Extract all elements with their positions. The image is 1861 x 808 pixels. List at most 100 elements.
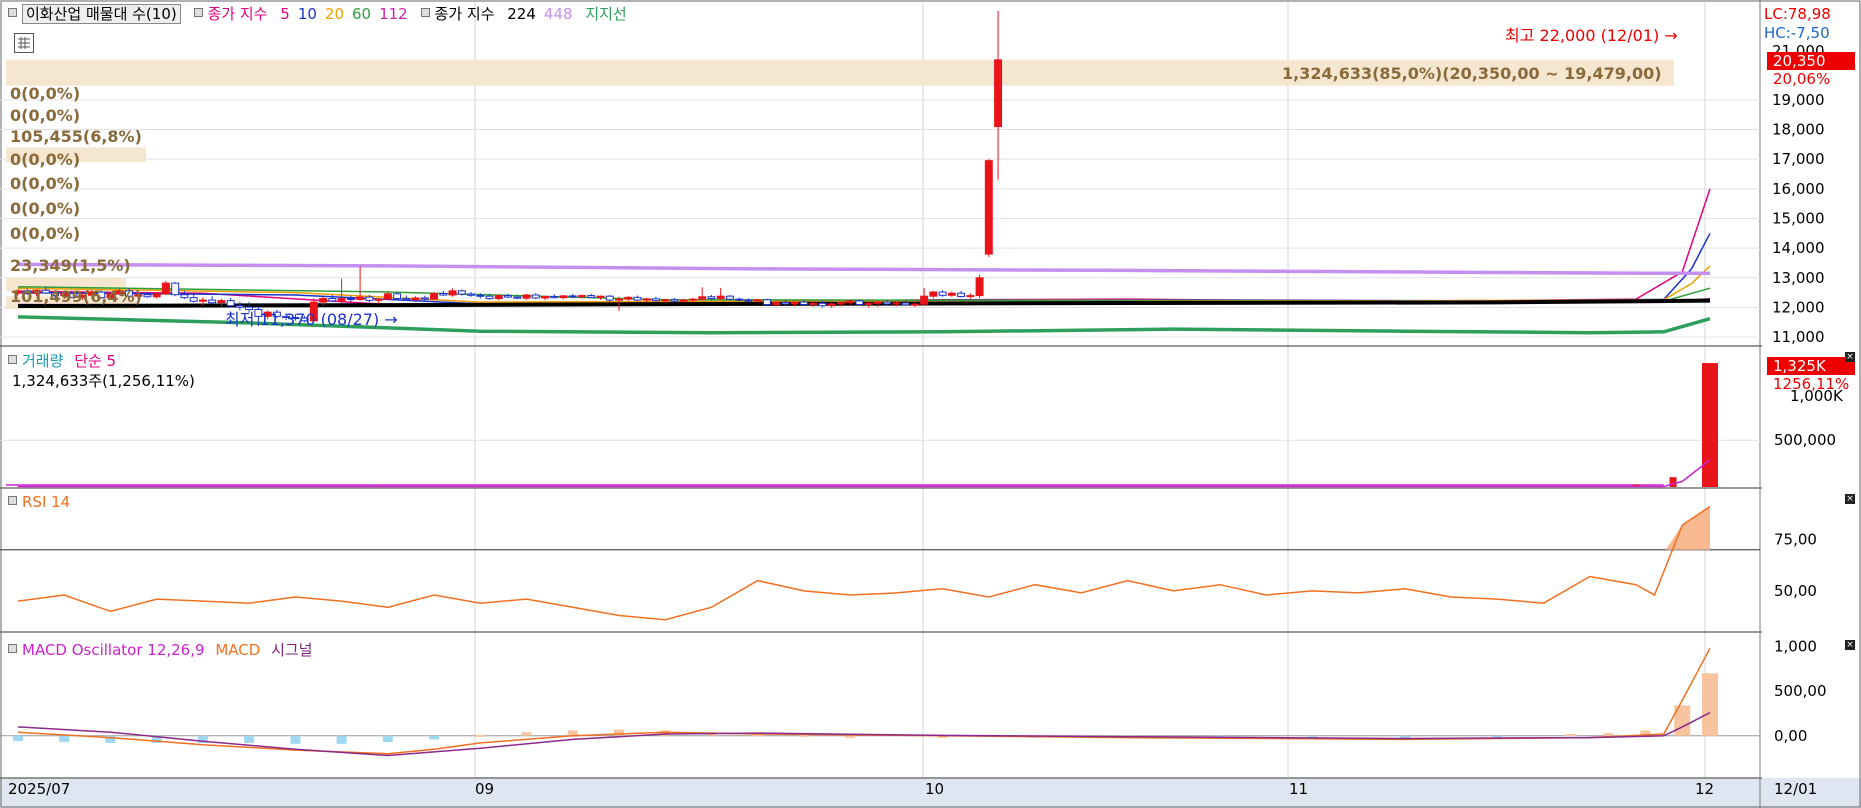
volume-title[interactable]: 거래량 xyxy=(22,352,63,370)
candle-body xyxy=(328,298,337,302)
candle-body xyxy=(938,291,947,296)
candle-body xyxy=(855,300,864,305)
candle-body xyxy=(984,160,993,255)
macd-oscillator-bar xyxy=(1603,733,1614,736)
candle-body xyxy=(402,298,411,301)
volume-profile-label: 23,349(1,5%) xyxy=(10,256,131,275)
ma2-title[interactable]: 종가 지수 xyxy=(435,5,495,23)
candle-body xyxy=(716,295,725,300)
legend-toggle-icon[interactable] xyxy=(8,8,17,17)
volume-legend: 거래량 단순 5 xyxy=(8,350,116,371)
y-axis-tick-label: 0,00 xyxy=(1774,727,1807,745)
candle-body xyxy=(485,295,494,300)
candle-body xyxy=(383,293,392,300)
support-line-label[interactable]: 지지선 xyxy=(585,5,626,23)
candle-body xyxy=(753,299,762,302)
candle-body xyxy=(494,295,503,300)
candle-body xyxy=(790,301,799,305)
x-axis-label: 11 xyxy=(1289,780,1309,798)
candle-body xyxy=(365,296,374,301)
candle-body xyxy=(161,282,170,295)
signal-label[interactable]: 시그널 xyxy=(271,641,312,659)
ma-period-20[interactable]: 20 xyxy=(325,5,344,23)
candle-body xyxy=(180,294,189,299)
stock-chart-canvas[interactable]: 11,000 12,000 13,000 14,000 15,000 16,000 17,0… xyxy=(0,0,1861,808)
volume-profile-label: 0(0,0%) xyxy=(10,150,81,169)
x-axis-label: 2025/07 xyxy=(8,780,71,798)
ma-period-60[interactable]: 60 xyxy=(352,5,371,23)
y-axis-tick-label: 14,000 xyxy=(1772,239,1825,257)
ma-period-list: 5 10 20 60 112 xyxy=(272,5,415,23)
y-axis-tick-label: 11,000 xyxy=(1772,328,1825,346)
candle-body xyxy=(476,294,485,297)
macd-oscillator-bar xyxy=(1566,734,1577,737)
rsi-title[interactable]: RSI 14 xyxy=(22,493,70,511)
candle-body xyxy=(513,296,522,299)
y-axis-tick-label: 15,000 xyxy=(1772,209,1825,227)
candle-body xyxy=(226,300,235,307)
candle-body xyxy=(642,298,651,301)
candle-body xyxy=(827,303,836,307)
main-chart-label[interactable]: 이화산업 매물대 수(10) xyxy=(22,4,181,24)
legend-toggle-icon[interactable] xyxy=(8,644,17,653)
candle-body xyxy=(531,294,540,299)
volume-ma-label[interactable]: 단순 5 xyxy=(74,352,116,370)
macd-label[interactable]: MACD xyxy=(215,641,260,659)
y-axis-tick-label: 500,000 xyxy=(1774,431,1836,449)
candle-body xyxy=(504,295,513,298)
low-annotation-text: 최저 11,370 (08/27) xyxy=(225,310,380,329)
candle-body xyxy=(411,297,420,301)
volume-profile-label: 0(0,0%) xyxy=(10,84,81,103)
legend-toggle-icon[interactable] xyxy=(420,8,430,17)
candle-body xyxy=(624,296,633,300)
lc-readout: LC:78,98 xyxy=(1764,5,1831,23)
arrow-right-icon: → xyxy=(384,310,398,329)
candle-body xyxy=(707,296,716,300)
volume-profile-label: 0(0,0%) xyxy=(10,106,81,125)
candle-body xyxy=(171,282,180,296)
ma-period-10[interactable]: 10 xyxy=(298,5,317,23)
volume-profile-label: 101,499(6,4%) xyxy=(10,287,142,306)
volume-bar xyxy=(1702,363,1718,487)
grid-icon[interactable] xyxy=(14,33,34,53)
macd-title[interactable]: MACD Oscillator 12,26,9 xyxy=(22,641,205,659)
candle-body xyxy=(559,295,568,299)
ma-period-224[interactable]: 224 xyxy=(507,5,536,23)
macd-oscillator-bar xyxy=(660,730,671,736)
candle-body xyxy=(651,298,660,302)
macd-legend: MACD Oscillator 12,26,9 MACD 시그널 xyxy=(8,639,312,660)
candle-body xyxy=(633,296,642,301)
candle-body xyxy=(439,293,448,296)
volume-profile-top-label: 1,324,633(85,0%)(20,350,00 ~ 19,479,00) xyxy=(1282,64,1662,83)
candle-body xyxy=(587,295,596,298)
candle-body xyxy=(929,291,938,297)
candle-body xyxy=(578,295,586,298)
candle-body xyxy=(420,297,429,300)
x-axis-current-date: 12/01 xyxy=(1774,780,1818,798)
candle-body xyxy=(448,290,457,296)
ma-title[interactable]: 종가 지수 xyxy=(208,5,268,23)
high-annotation: 최고 22,000 (12/01) → xyxy=(1505,22,1678,46)
rsi-legend: RSI 14 xyxy=(8,493,70,511)
candle-body xyxy=(393,293,402,300)
close-macd-pane-icon[interactable]: × xyxy=(1845,640,1855,650)
y-axis-tick-label: 18,000 xyxy=(1772,121,1825,139)
price-legend: 이화산업 매물대 수(10) 종가 지수 5 10 20 60 112 종가 지수 22… xyxy=(8,3,627,24)
candle-body xyxy=(550,295,559,299)
legend-toggle-icon[interactable] xyxy=(193,8,203,17)
close-volume-pane-icon[interactable]: × xyxy=(1845,352,1855,362)
candle-body xyxy=(346,298,355,301)
legend-toggle-icon[interactable] xyxy=(8,496,17,505)
ma-period-448[interactable]: 448 xyxy=(544,5,573,23)
macd-oscillator-bar xyxy=(845,735,856,738)
chart-window: 11,000 12,000 13,000 14,000 15,000 16,000 17,0… xyxy=(0,0,1861,808)
macd-oscillator-bar xyxy=(429,735,440,740)
volume-profile-label: 0(0,0%) xyxy=(10,199,81,218)
candle-body xyxy=(846,300,855,304)
legend-toggle-icon[interactable] xyxy=(8,355,17,364)
candle-body xyxy=(337,298,346,302)
ma-period-112[interactable]: 112 xyxy=(379,5,408,23)
candle-body xyxy=(762,299,771,305)
ma-period-5[interactable]: 5 xyxy=(280,5,290,23)
close-rsi-pane-icon[interactable]: × xyxy=(1845,494,1855,504)
